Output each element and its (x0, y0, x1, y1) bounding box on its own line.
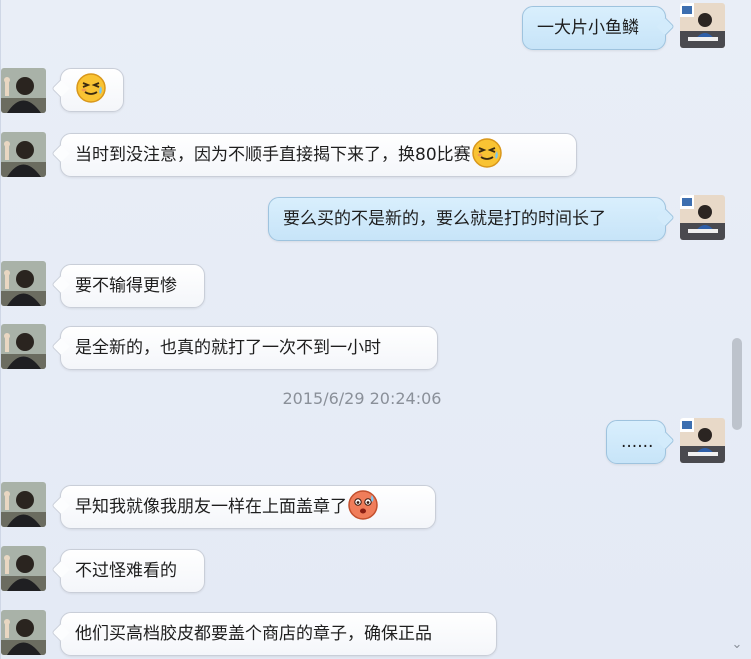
self-avatar[interactable] (680, 3, 725, 48)
friend-avatar[interactable] (1, 68, 46, 113)
message-bubble-friend[interactable]: 当时到没注意，因为不顺手直接揭下来了，换80比赛 (60, 133, 577, 177)
message-text: 一大片小鱼鳞 (537, 18, 639, 38)
self-avatar[interactable] (680, 418, 725, 463)
message-text: 要不输得更惨 (75, 276, 177, 296)
message-bubble-friend[interactable] (60, 68, 124, 112)
friend-avatar[interactable] (1, 482, 46, 527)
message-text: 当时到没注意，因为不顺手直接揭下来了，换80比赛 (75, 145, 471, 165)
scrollbar-thumb[interactable] (732, 338, 742, 430)
scroll-down-icon[interactable]: ⌄ (728, 636, 746, 654)
message-bubble-friend[interactable]: 不过怪难看的 (60, 549, 205, 593)
message-text: 不过怪难看的 (75, 561, 177, 581)
friend-avatar[interactable] (1, 546, 46, 591)
grimace-sweat-emoji-icon (75, 72, 107, 104)
friend-avatar[interactable] (1, 324, 46, 369)
message-timestamp: 2015/6/29 20:24:06 (282, 389, 442, 408)
embarrassed-sweat-emoji-icon (347, 489, 379, 521)
friend-avatar[interactable] (1, 261, 46, 306)
chat-scrollbar[interactable]: ⌄ (728, 0, 751, 659)
chat-window: 一大片小鱼鳞 当时到没注意，因为不顺手直接揭下来了，换80比赛 要么买的不是新的… (0, 0, 751, 659)
message-text: 要么买的不是新的，要么就是打的时间长了 (283, 209, 606, 229)
message-bubble-friend[interactable]: 要不输得更惨 (60, 264, 205, 308)
message-bubble-self[interactable]: ...... (606, 420, 666, 464)
message-text: 是全新的，也真的就打了一次不到一小时 (75, 338, 381, 358)
message-bubble-friend[interactable]: 早知我就像我朋友一样在上面盖章了 (60, 485, 436, 529)
message-bubble-self[interactable]: 一大片小鱼鳞 (522, 6, 666, 50)
message-bubble-friend[interactable]: 是全新的，也真的就打了一次不到一小时 (60, 326, 438, 370)
message-text: ...... (621, 432, 654, 452)
message-text: 他们买高档胶皮都要盖个商店的章子，确保正品 (75, 624, 432, 644)
friend-avatar[interactable] (1, 610, 46, 655)
self-avatar[interactable] (680, 195, 725, 240)
message-text: 早知我就像我朋友一样在上面盖章了 (75, 497, 347, 517)
grimace-sweat-emoji-icon (471, 137, 503, 169)
message-bubble-friend[interactable]: 他们买高档胶皮都要盖个商店的章子，确保正品 (60, 612, 497, 656)
message-bubble-self[interactable]: 要么买的不是新的，要么就是打的时间长了 (268, 197, 666, 241)
friend-avatar[interactable] (1, 132, 46, 177)
